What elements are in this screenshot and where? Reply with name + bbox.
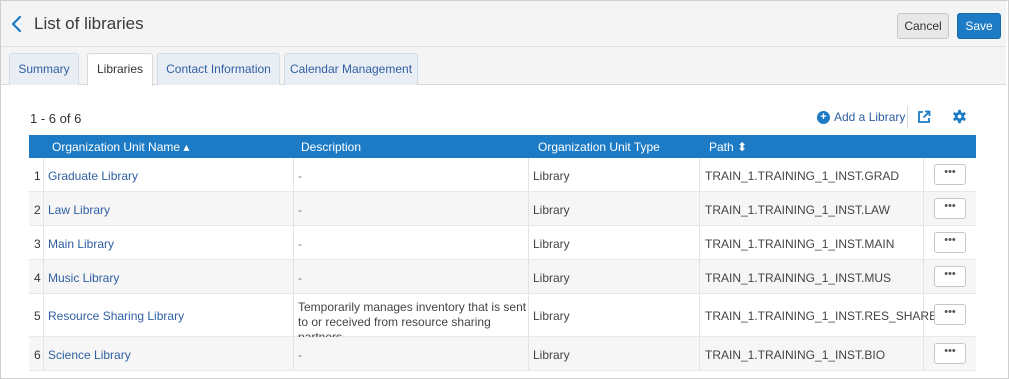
library-type: Library: [533, 169, 570, 183]
column-header-description: Description: [301, 140, 362, 154]
column-divider: [43, 192, 44, 225]
table-row: 2 Law Library - Library TRAIN_1.TRAINING…: [29, 192, 976, 226]
table-row: 5 Resource Sharing Library Temporarily m…: [29, 294, 976, 344]
library-description: -: [298, 271, 302, 285]
table-header: Organization Unit Name ▴ Description Org…: [29, 135, 976, 158]
column-header-name[interactable]: Organization Unit Name ▴: [52, 140, 189, 154]
toolbar-divider: [907, 106, 908, 128]
tab-summary[interactable]: Summary: [9, 53, 79, 85]
libraries-table: Organization Unit Name ▴ Description Org…: [29, 135, 976, 371]
library-description: -: [298, 169, 302, 183]
column-divider: [923, 226, 924, 259]
row-actions-button[interactable]: •••: [934, 343, 966, 364]
library-path: TRAIN_1.TRAINING_1_INST.BIO: [705, 348, 886, 362]
cancel-button[interactable]: Cancel: [897, 13, 949, 39]
row-index: 3: [34, 237, 41, 251]
row-index: 4: [34, 271, 41, 285]
column-divider: [293, 192, 294, 225]
column-divider: [699, 226, 700, 259]
library-type: Library: [533, 237, 570, 251]
row-index: 5: [34, 309, 41, 323]
column-divider: [699, 294, 700, 336]
column-divider: [923, 158, 924, 191]
row-index: 1: [34, 169, 41, 183]
library-path: TRAIN_1.TRAINING_1_INST.MUS: [705, 271, 892, 285]
column-divider: [43, 294, 44, 336]
tab-contact-information[interactable]: Contact Information: [157, 53, 280, 85]
column-divider: [699, 158, 700, 191]
row-index: 6: [34, 348, 41, 362]
gear-icon[interactable]: [952, 109, 967, 124]
library-path: TRAIN_1.TRAINING_1_INST.LAW: [705, 203, 890, 217]
column-divider: [293, 260, 294, 293]
column-divider: [293, 226, 294, 259]
row-actions-button[interactable]: •••: [934, 198, 966, 219]
result-count: 1 - 6 of 6: [30, 111, 82, 126]
column-header-type: Organization Unit Type: [538, 140, 660, 154]
column-divider: [923, 337, 924, 370]
tab-bar: Summary Libraries Contact Information Ca…: [1, 47, 1006, 86]
library-type: Library: [533, 271, 570, 285]
column-divider: [699, 260, 700, 293]
column-divider: [293, 337, 294, 370]
column-divider: [43, 337, 44, 370]
column-divider: [528, 158, 529, 191]
library-name-link[interactable]: Law Library: [48, 203, 110, 217]
column-divider: [528, 260, 529, 293]
column-divider: [528, 226, 529, 259]
column-divider: [528, 192, 529, 225]
column-divider: [293, 294, 294, 336]
library-type: Library: [533, 348, 570, 362]
row-actions-button[interactable]: •••: [934, 232, 966, 253]
row-actions-button[interactable]: •••: [934, 266, 966, 287]
library-name-link[interactable]: Music Library: [48, 271, 119, 285]
library-name-link[interactable]: Graduate Library: [48, 169, 138, 183]
table-row: 4 Music Library - Library TRAIN_1.TRAINI…: [29, 260, 976, 294]
back-chevron-icon[interactable]: [9, 14, 25, 34]
export-icon[interactable]: [917, 110, 931, 124]
library-description: -: [298, 237, 302, 251]
save-button[interactable]: Save: [957, 13, 1001, 39]
add-library-label: Add a Library: [834, 110, 906, 124]
tab-libraries[interactable]: Libraries: [87, 53, 153, 86]
column-divider: [43, 226, 44, 259]
library-description: -: [298, 348, 302, 362]
table-row: 1 Graduate Library - Library TRAIN_1.TRA…: [29, 158, 976, 192]
page-title: List of libraries: [34, 14, 144, 33]
page-header: List of libraries Cancel Save: [1, 1, 1006, 47]
column-divider: [699, 337, 700, 370]
column-divider: [699, 192, 700, 225]
library-name-link[interactable]: Main Library: [48, 237, 114, 251]
library-type: Library: [533, 309, 570, 323]
library-name-link[interactable]: Resource Sharing Library: [48, 309, 184, 323]
row-actions-button[interactable]: •••: [934, 304, 966, 325]
row-actions-button[interactable]: •••: [934, 164, 966, 185]
library-path: TRAIN_1.TRAINING_1_INST.GRAD: [705, 169, 900, 183]
library-type: Library: [533, 203, 570, 217]
add-library-link[interactable]: + Add a Library: [817, 110, 905, 124]
column-divider: [293, 158, 294, 191]
column-divider: [923, 192, 924, 225]
library-path: TRAIN_1.TRAINING_1_INST.RES_SHARE: [705, 309, 938, 323]
column-divider: [43, 260, 44, 293]
column-divider: [43, 158, 44, 191]
plus-circle-icon: +: [817, 110, 830, 124]
library-path: TRAIN_1.TRAINING_1_INST.MAIN: [705, 237, 895, 251]
table-row: 3 Main Library - Library TRAIN_1.TRAININ…: [29, 226, 976, 260]
library-name-link[interactable]: Science Library: [48, 348, 131, 362]
column-divider: [923, 260, 924, 293]
column-divider: [528, 294, 529, 336]
column-divider: [528, 337, 529, 370]
library-description: -: [298, 203, 302, 217]
table-row: 6 Science Library - Library TRAIN_1.TRAI…: [29, 337, 976, 371]
column-header-path[interactable]: Path ⬍: [709, 140, 747, 154]
tab-calendar-management[interactable]: Calendar Management: [284, 53, 418, 85]
row-index: 2: [34, 203, 41, 217]
